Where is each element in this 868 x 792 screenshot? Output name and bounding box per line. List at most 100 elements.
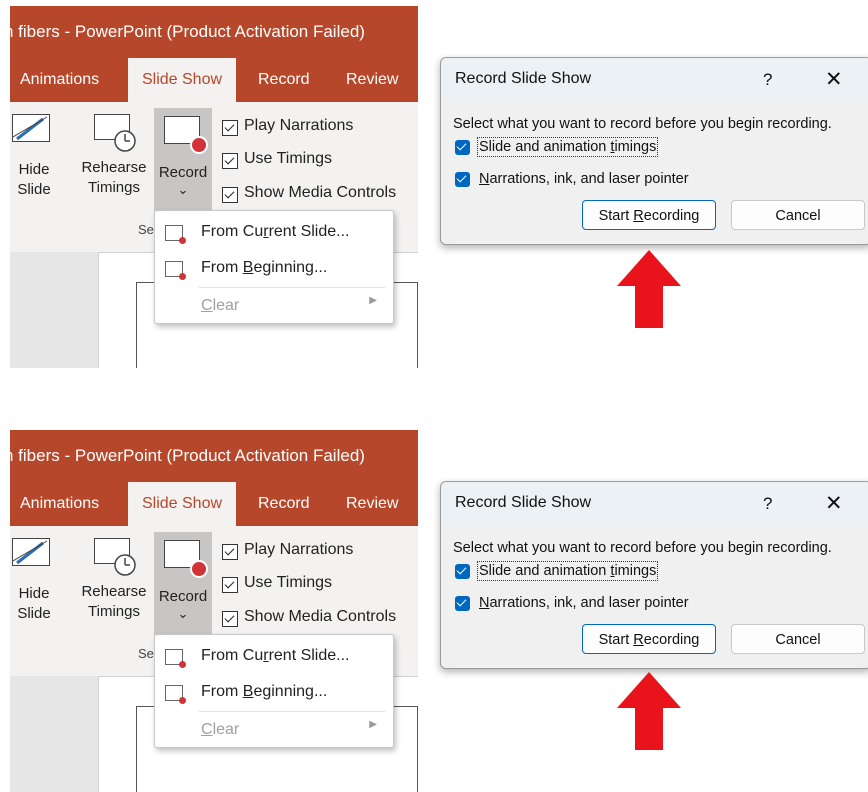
powerpoint-window-crop: n fibers - PowerPoint (Product Activatio… (10, 6, 418, 368)
dialog-title: Record Slide Show (455, 494, 592, 511)
cancel-button[interactable]: Cancel (731, 624, 865, 654)
slide-timings-checkbox[interactable] (455, 140, 470, 155)
tab-review[interactable]: Review (346, 482, 398, 526)
tab-slide-show[interactable]: Slide Show (128, 482, 236, 528)
panel-top: n fibers - PowerPoint (Product Activatio… (0, 0, 868, 368)
clear-accel: C (201, 721, 213, 738)
use-timings-label: Use Timings (244, 150, 333, 167)
show-media-controls-checkbox[interactable] (222, 187, 238, 203)
submenu-arrow-icon: ▶ (369, 719, 377, 730)
rehearse-timings-icon (94, 538, 136, 576)
from-beginning-accel: B (242, 259, 254, 276)
use-timings-checkbox[interactable] (222, 577, 238, 593)
record-slide-show-dialog: Record Slide Show ? ✕ Select what you wa… (440, 481, 868, 669)
tab-animations[interactable]: Animations (20, 58, 99, 102)
slide-timings-checkbox[interactable] (455, 564, 470, 579)
record-icon (164, 540, 208, 578)
menu-separator (199, 711, 385, 712)
use-timings-label: Use Timings (244, 574, 333, 591)
slide-timings-label[interactable]: Slide and animation timings (476, 561, 659, 581)
rehearse-label-1: Rehearse (81, 159, 147, 176)
rehearse-label-2: Timings (88, 603, 140, 620)
tab-record[interactable]: Record (258, 58, 310, 102)
rehearse-label-1: Rehearse (81, 583, 147, 600)
from-current-text-a: From Cu (201, 223, 264, 240)
hide-slide-label-1: Hide (18, 585, 50, 602)
window-title: n fibers - PowerPoint (Product Activatio… (10, 22, 365, 41)
show-media-controls-label: Show Media Controls (244, 608, 397, 625)
hide-slide-icon (12, 538, 50, 566)
red-up-arrow-icon (617, 672, 681, 750)
hide-slide-label-1: Hide (18, 161, 50, 178)
hide-slide-label-2: Slide (17, 605, 51, 622)
from-current-text-b: rent Slide... (268, 223, 350, 240)
from-beginning-text-b: eginning... (253, 683, 328, 700)
tab-animations[interactable]: Animations (20, 482, 99, 526)
menu-separator (199, 287, 385, 288)
play-narrations-checkbox[interactable] (222, 120, 238, 136)
from-beginning-accel: B (242, 683, 254, 700)
record-dropdown-menu: From Current Slide... From Beginning... … (154, 210, 394, 324)
rehearse-timings-icon (94, 114, 136, 152)
record-slide-icon (165, 225, 186, 244)
cancel-button[interactable]: Cancel (731, 200, 865, 230)
clear-accel: C (201, 297, 213, 314)
from-beginning-text-a: From (201, 683, 243, 700)
rehearse-label-2: Timings (88, 179, 140, 196)
ribbon-tab-bar: Animations Slide Show Record Review (10, 482, 418, 528)
show-media-controls-label: Show Media Controls (244, 184, 397, 201)
dialog-prompt: Select what you want to record before yo… (453, 540, 832, 556)
rehearse-timings-button[interactable]: Rehearse Timings (76, 538, 152, 622)
hide-slide-icon (12, 114, 50, 142)
help-button[interactable]: ? (763, 494, 772, 514)
narrations-checkbox[interactable] (455, 172, 470, 187)
powerpoint-window-crop: n fibers - PowerPoint (Product Activatio… (10, 430, 418, 792)
hide-slide-button[interactable]: Hide Slide (10, 538, 58, 624)
play-narrations-label: Play Narrations (244, 541, 354, 558)
from-current-text-a: From Cu (201, 647, 264, 664)
group-label: Se (138, 222, 154, 237)
narrations-label[interactable]: Narrations, ink, and laser pointer (479, 171, 689, 187)
title-bar: n fibers - PowerPoint (Product Activatio… (10, 430, 418, 482)
ribbon-tab-bar: Animations Slide Show Record Review (10, 58, 418, 104)
start-recording-button[interactable]: Start Recording (582, 200, 716, 230)
record-slide-icon (165, 649, 186, 668)
dialog-prompt: Select what you want to record before yo… (453, 116, 832, 132)
start-recording-button[interactable]: Start Recording (582, 624, 716, 654)
from-current-text-b: rent Slide... (268, 647, 350, 664)
panel-bottom: n fibers - PowerPoint (Product Activatio… (0, 424, 868, 792)
narrations-checkbox[interactable] (455, 596, 470, 611)
show-media-controls-checkbox[interactable] (222, 611, 238, 627)
record-beginning-icon (165, 685, 186, 704)
record-dropdown-menu: From Current Slide... From Beginning... … (154, 634, 394, 748)
close-icon[interactable]: ✕ (825, 67, 843, 92)
group-label: Se (138, 646, 154, 661)
narrations-label[interactable]: Narrations, ink, and laser pointer (479, 595, 689, 611)
clear-text: lear (212, 721, 240, 738)
tab-record[interactable]: Record (258, 482, 310, 526)
help-button[interactable]: ? (763, 70, 772, 90)
record-label: Record (158, 588, 208, 605)
tab-review[interactable]: Review (346, 58, 398, 102)
submenu-arrow-icon: ▶ (369, 295, 377, 306)
play-narrations-checkbox[interactable] (222, 544, 238, 560)
record-icon (164, 116, 208, 154)
from-beginning-text-b: eginning... (253, 259, 328, 276)
record-beginning-icon (165, 261, 186, 280)
title-bar: n fibers - PowerPoint (Product Activatio… (10, 6, 418, 58)
record-slide-show-dialog: Record Slide Show ? ✕ Select what you wa… (440, 57, 868, 245)
slide-timings-label[interactable]: Slide and animation timings (476, 137, 659, 157)
tab-slide-show[interactable]: Slide Show (128, 58, 236, 104)
chevron-down-icon: ⌄ (177, 606, 189, 621)
chevron-down-icon: ⌄ (177, 182, 189, 197)
rehearse-timings-button[interactable]: Rehearse Timings (76, 114, 152, 198)
use-timings-checkbox[interactable] (222, 153, 238, 169)
red-up-arrow-icon (617, 250, 681, 328)
dialog-title-bar: Record Slide Show ? ✕ (441, 482, 868, 526)
close-icon[interactable]: ✕ (825, 491, 843, 516)
from-beginning-text-a: From (201, 259, 243, 276)
window-title: n fibers - PowerPoint (Product Activatio… (10, 446, 365, 465)
play-narrations-label: Play Narrations (244, 117, 354, 134)
hide-slide-label-2: Slide (17, 181, 51, 198)
hide-slide-button[interactable]: Hide Slide (10, 114, 58, 200)
